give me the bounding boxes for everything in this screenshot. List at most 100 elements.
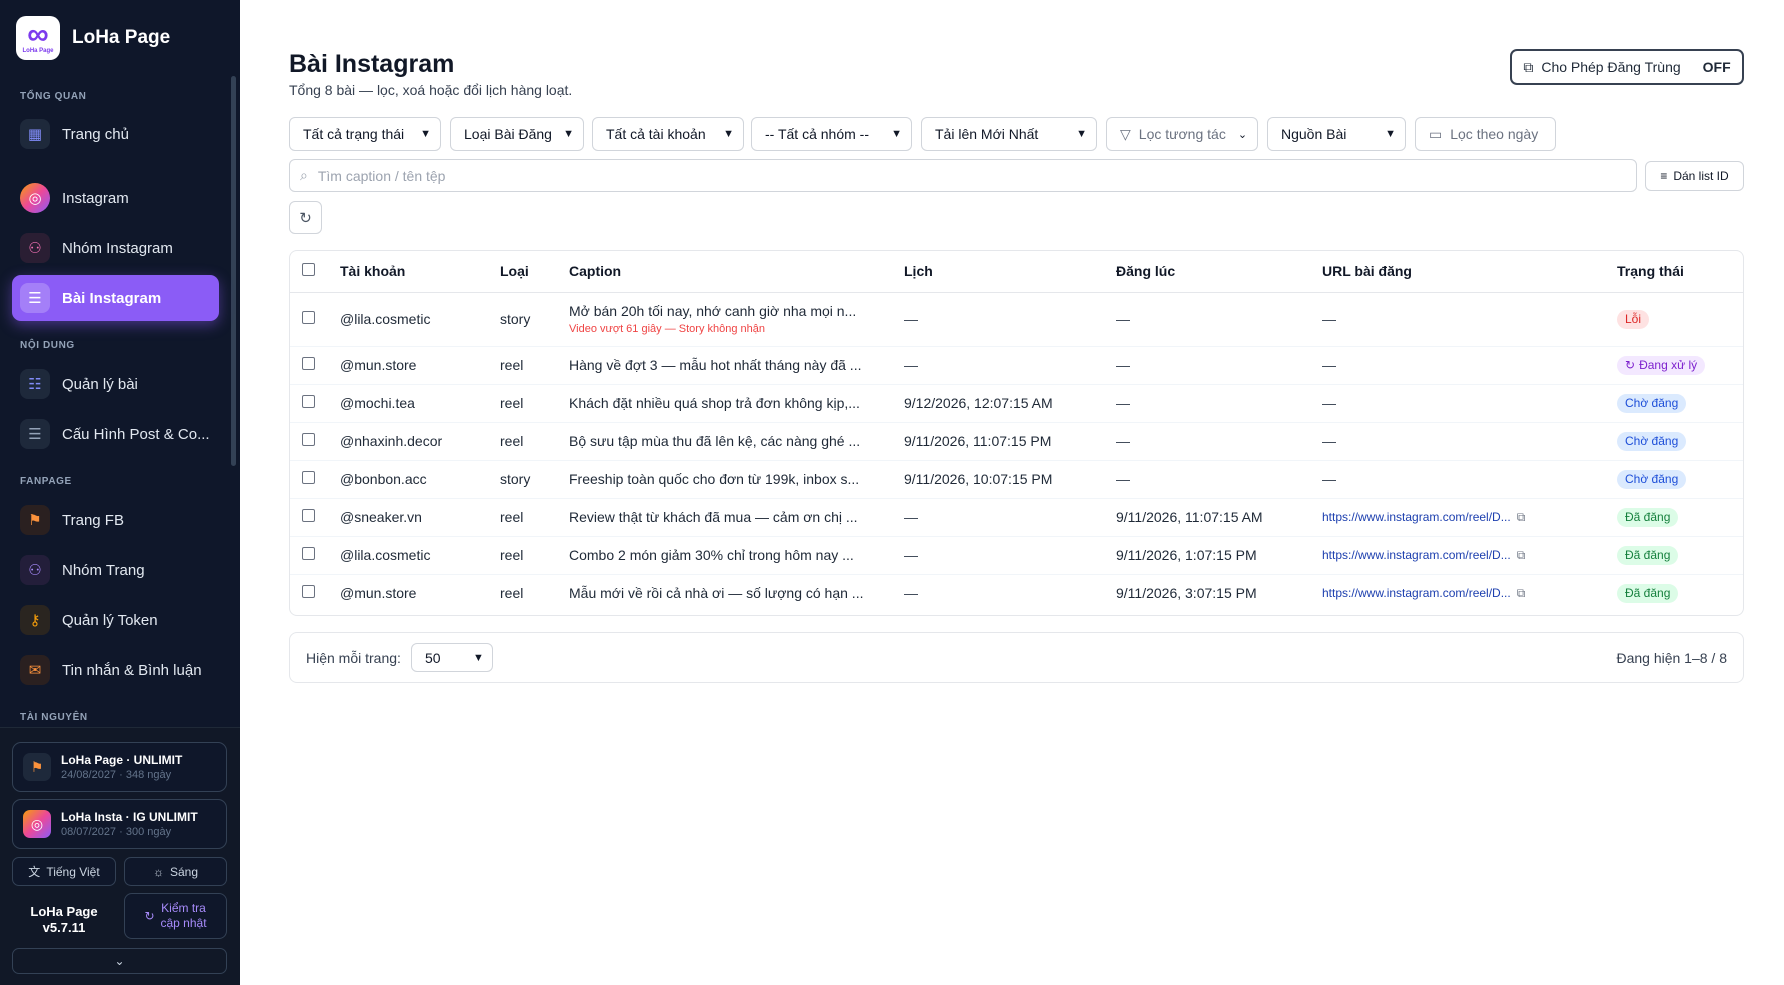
sidebar-item-tokens[interactable]: ⚷ Quản lý Token xyxy=(12,597,219,643)
sidebar-item-messages[interactable]: ✉ Tin nhắn & Bình luận xyxy=(12,647,219,693)
brand-logo: ∞ LoHa Page xyxy=(16,16,60,60)
status-filter-select[interactable]: Tất cả trạng thái ▼ xyxy=(289,117,441,151)
status-filter-value: Tất cả trạng thái xyxy=(303,126,405,142)
sidebar-item-post-config[interactable]: ☰ Cấu Hình Post & Co... xyxy=(12,411,219,457)
row-checkbox[interactable] xyxy=(302,357,315,370)
row-checkbox[interactable] xyxy=(302,395,315,408)
search-input[interactable]: ⌕ Tìm caption / tên tệp xyxy=(289,159,1637,192)
column-header-status[interactable]: Trạng thái xyxy=(1617,251,1743,293)
table-row[interactable]: @mun.store reel Hàng về đợt 3 — mẫu hot … xyxy=(290,346,1743,385)
allow-duplicate-toggle[interactable]: ⧉ Cho Phép Đăng Trùng OFF xyxy=(1510,49,1744,85)
interaction-filter-button[interactable]: ▽ Lọc tương tác ⌄ xyxy=(1106,117,1258,151)
post-url-link[interactable]: https://www.instagram.com/reel/D... xyxy=(1322,586,1511,600)
type-cell: reel xyxy=(500,384,569,423)
sidebar-footer: ⚑ LoHa Page · UNLIMIT 24/08/2027 · 348 n… xyxy=(0,727,240,985)
license-card-page[interactable]: ⚑ LoHa Page · UNLIMIT 24/08/2027 · 348 n… xyxy=(12,742,227,792)
copy-icon: ⧉ xyxy=(1523,58,1534,75)
account-cell: @bonbon.acc xyxy=(340,460,500,499)
column-header-schedule[interactable]: Lịch xyxy=(904,251,1116,293)
theme-button[interactable]: ☼ Sáng xyxy=(124,857,227,886)
per-page-select[interactable]: 50 ▼ xyxy=(410,643,493,672)
posted-cell: — xyxy=(1116,422,1322,461)
column-header-url[interactable]: URL bài đăng xyxy=(1322,251,1617,293)
post-type-filter-select[interactable]: Loại Bài Đăng ▼ xyxy=(450,117,584,151)
row-checkbox[interactable] xyxy=(302,471,315,484)
row-checkbox[interactable] xyxy=(302,433,315,446)
caption-cell: Hàng về đợt 3 — mẫu hot nhất tháng này đ… xyxy=(569,346,904,385)
allow-duplicate-label: Cho Phép Đăng Trùng xyxy=(1541,59,1681,75)
column-header-posted-at[interactable]: Đăng lúc xyxy=(1116,251,1322,293)
sidebar-item-home[interactable]: ▦ Trang chủ xyxy=(12,111,219,157)
flag-icon: ⚑ xyxy=(23,753,51,781)
url-cell: — xyxy=(1322,384,1617,423)
row-checkbox[interactable] xyxy=(302,509,315,522)
type-cell: reel xyxy=(500,422,569,461)
sidebar-item-label: Nhóm Instagram xyxy=(62,239,173,257)
table-row[interactable]: @sneaker.vn reel Review thật từ khách đã… xyxy=(290,498,1743,537)
caption-cell: Combo 2 món giảm 30% chỉ trong hôm nay .… xyxy=(569,536,904,575)
sidebar-item-manage-posts[interactable]: ☷ Quản lý bài xyxy=(12,361,219,407)
copy-icon[interactable]: ⧉ xyxy=(1517,586,1526,601)
copy-icon[interactable]: ⧉ xyxy=(1517,548,1526,563)
sidebar-item-instagram-posts[interactable]: ☰ Bài Instagram xyxy=(12,275,219,321)
row-checkbox[interactable] xyxy=(302,311,315,324)
list-icon: ☰ xyxy=(20,283,50,313)
column-header-caption[interactable]: Caption xyxy=(569,251,904,293)
source-filter-select[interactable]: Nguồn Bài ▼ xyxy=(1267,117,1406,151)
schedule-cell: — xyxy=(904,292,1116,347)
section-label-content: NỘI DUNG xyxy=(20,340,75,351)
error-message: Video vượt 61 giây — Story không nhận xyxy=(569,323,765,335)
post-type-filter-value: Loại Bài Đăng xyxy=(464,126,552,142)
chevron-down-icon: ▼ xyxy=(1076,128,1087,140)
infinity-logo-icon: ∞ xyxy=(27,18,49,51)
caption-cell: Bộ sưu tập mùa thu đã lên kệ, các nàng g… xyxy=(569,422,904,461)
sort-select[interactable]: Tải lên Mới Nhất ▼ xyxy=(921,117,1097,151)
pagination-info: Đang hiện 1–8 / 8 xyxy=(1616,649,1727,666)
brand-logo-text: LoHa Page xyxy=(22,48,54,54)
license-title: LoHa Insta · IG UNLIMIT xyxy=(61,810,198,824)
language-button[interactable]: 文 Tiếng Việt xyxy=(12,857,116,886)
sidebar-item-label: Nhóm Trang xyxy=(62,561,145,579)
select-all-checkbox[interactable] xyxy=(302,263,315,277)
refresh-button[interactable]: ↻ xyxy=(289,201,322,234)
sidebar-item-fb-pages[interactable]: ⚑ Trang FB xyxy=(12,497,219,543)
collapse-sidebar-button[interactable]: ⌄ xyxy=(12,948,227,974)
schedule-cell: — xyxy=(904,346,1116,385)
schedule-cell: 9/11/2026, 11:07:15 PM xyxy=(904,422,1116,461)
caption-text: Mở bán 20h tối nay, nhớ canh giờ nha mọi… xyxy=(569,303,857,319)
table-row[interactable]: @mochi.tea reel Khách đặt nhiều quá shop… xyxy=(290,384,1743,423)
table-row[interactable]: @bonbon.acc story Freeship toàn quốc cho… xyxy=(290,460,1743,499)
post-url-link[interactable]: https://www.instagram.com/reel/D... xyxy=(1322,510,1511,524)
sidebar-item-instagram-groups[interactable]: ⚇ Nhóm Instagram xyxy=(12,225,219,271)
table-row[interactable]: @nhaxinh.decor reel Bộ sưu tập mùa thu đ… xyxy=(290,422,1743,461)
brand[interactable]: ∞ LoHa Page LoHa Page xyxy=(16,16,170,60)
row-checkbox[interactable] xyxy=(302,585,315,599)
group-filter-select[interactable]: -- Tất cả nhóm -- ▼ xyxy=(751,117,912,151)
account-filter-select[interactable]: Tất cả tài khoản ▼ xyxy=(592,117,744,151)
status-badge: Chờ đăng xyxy=(1617,393,1687,413)
group-filter-value: -- Tất cả nhóm -- xyxy=(765,126,869,142)
status-cell: Chờ đăng xyxy=(1617,422,1743,461)
status-cell: ↻ Đang xử lý xyxy=(1617,346,1743,385)
copy-icon[interactable]: ⧉ xyxy=(1517,510,1526,525)
table-row[interactable]: @lila.cosmetic reel Combo 2 món giảm 30%… xyxy=(290,536,1743,575)
license-title: LoHa Page · UNLIMIT xyxy=(61,753,183,767)
paste-id-list-button[interactable]: ≡ Dán list ID xyxy=(1645,161,1744,191)
post-url-link[interactable]: https://www.instagram.com/reel/D... xyxy=(1322,548,1511,562)
table-row[interactable]: @mun.store reel Mẫu mới về rồi cả nhà ơi… xyxy=(290,574,1743,612)
row-checkbox[interactable] xyxy=(302,547,315,560)
column-header-type[interactable]: Loại xyxy=(500,251,569,293)
column-header-account[interactable]: Tài khoản xyxy=(340,251,500,293)
version-info: LoHa Page v5.7.11 xyxy=(12,904,116,936)
version-name: LoHa Page xyxy=(30,904,98,919)
chevron-down-icon: ⌄ xyxy=(114,954,125,968)
table-row[interactable]: @lila.cosmetic story Mở bán 20h tối nay,… xyxy=(290,292,1743,347)
check-update-button[interactable]: ↻ Kiểm tra cập nhật xyxy=(124,893,227,939)
source-filter-value: Nguồn Bài xyxy=(1281,126,1347,142)
license-card-insta[interactable]: ◎ LoHa Insta · IG UNLIMIT 08/07/2027 · 3… xyxy=(12,799,227,849)
sidebar-item-instagram[interactable]: ◎ Instagram xyxy=(12,175,219,221)
sidebar-scrollbar[interactable] xyxy=(231,76,236,466)
translate-icon: 文 xyxy=(28,865,41,879)
sidebar-item-page-groups[interactable]: ⚇ Nhóm Trang xyxy=(12,547,219,593)
date-filter-button[interactable]: ▭ Lọc theo ngày xyxy=(1415,117,1556,151)
